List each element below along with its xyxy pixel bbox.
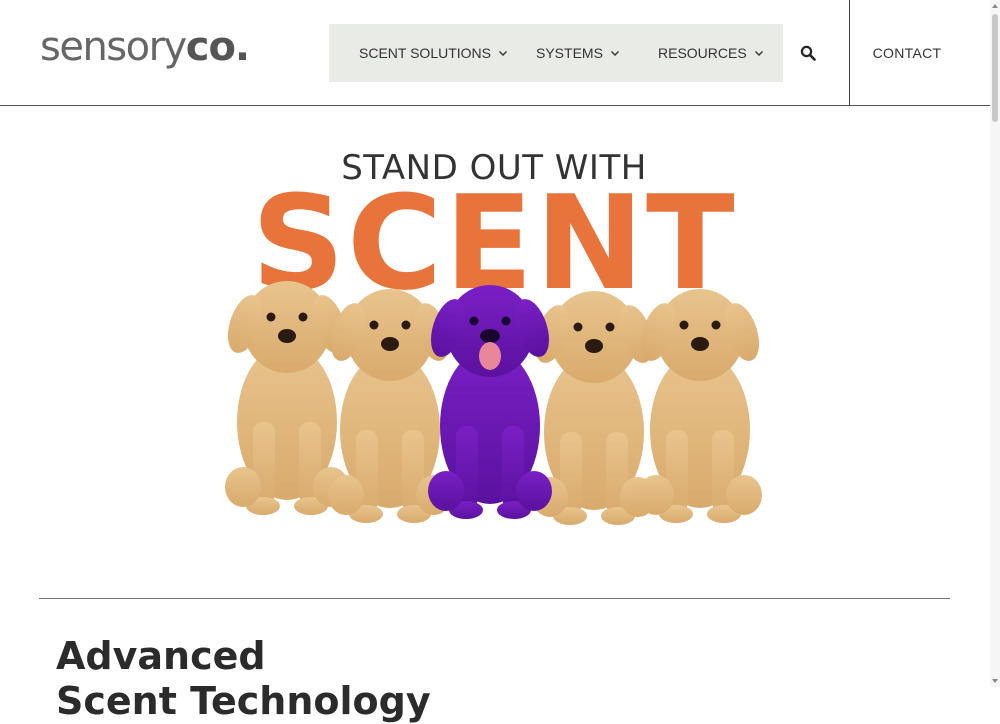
nav-item-systems[interactable]: SYSTEMS — [536, 24, 620, 82]
nav-label: SCENT SOLUTIONS — [359, 45, 491, 61]
section-title-line1: Advanced — [56, 634, 266, 678]
site-header: sensoryco. SCENT SOLUTIONS SYSTEMS RESOU… — [0, 0, 990, 106]
contact-link[interactable]: CONTACT — [850, 0, 964, 105]
scroll-up-icon[interactable] — [991, 2, 999, 10]
nav-item-resources[interactable]: RESOURCES — [658, 24, 764, 82]
nav-label: RESOURCES — [658, 45, 747, 61]
scroll-down-icon[interactable] — [991, 677, 999, 685]
puppies-image — [222, 281, 766, 525]
search-icon[interactable] — [800, 45, 816, 61]
logo[interactable]: sensoryco. — [40, 22, 250, 72]
chevron-down-icon — [610, 51, 619, 56]
logo-brand-main: sensory — [40, 24, 187, 70]
main-nav: SCENT SOLUTIONS SYSTEMS RESOURCES — [329, 24, 783, 82]
section-divider — [39, 598, 950, 599]
scrollbar-thumb[interactable] — [992, 14, 998, 122]
logo-brand-suffix: co. — [185, 24, 250, 70]
section-title: Advanced Scent Technology — [56, 634, 431, 724]
nav-item-scent-solutions[interactable]: SCENT SOLUTIONS — [359, 24, 508, 82]
chevron-down-icon — [499, 51, 507, 56]
section-title-line2: Scent Technology — [56, 679, 431, 723]
nav-label: SYSTEMS — [536, 45, 603, 61]
chevron-down-icon — [754, 51, 763, 56]
